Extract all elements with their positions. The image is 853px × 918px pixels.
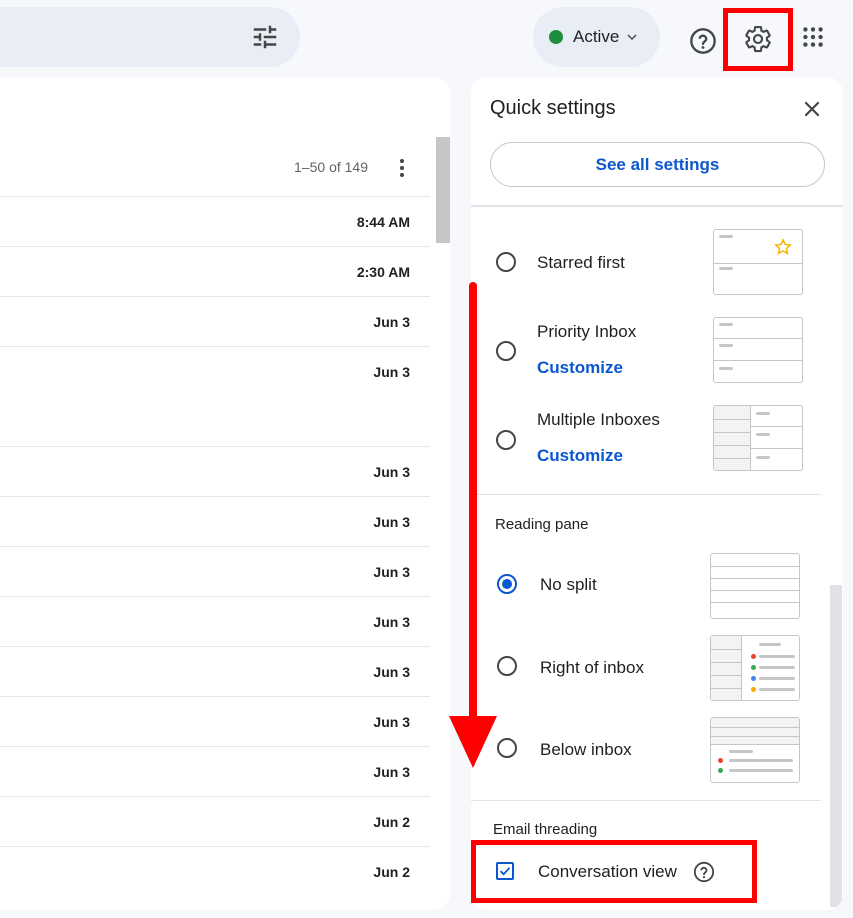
quick-settings-title: Quick settings xyxy=(490,97,616,119)
divider xyxy=(471,800,821,801)
status-dot xyxy=(549,30,563,44)
search-options-icon[interactable] xyxy=(250,22,280,52)
row-date: 2:30 AM xyxy=(356,264,410,280)
more-vertical-icon[interactable] xyxy=(392,157,412,179)
table-row[interactable]: Jun 3 xyxy=(0,346,430,446)
quick-settings-panel: Quick settings See all settings Starred … xyxy=(471,77,843,910)
table-row[interactable]: Jun 3 xyxy=(0,446,430,496)
row-date: Jun 3 xyxy=(373,714,410,730)
customize-priority-link[interactable]: Customize xyxy=(537,358,623,378)
row-date: Jun 2 xyxy=(373,814,410,830)
reading-pane-heading: Reading pane xyxy=(495,516,589,533)
apps-grid-icon[interactable] xyxy=(800,24,826,50)
table-row[interactable]: Jun 3 xyxy=(0,746,430,796)
radio-priority-inbox[interactable] xyxy=(496,341,516,361)
radio-no-split[interactable] xyxy=(497,574,517,594)
chevron-down-icon xyxy=(627,34,637,40)
row-date: Jun 3 xyxy=(373,564,410,580)
option-label-multiple-inboxes: Multiple Inboxes xyxy=(537,410,660,429)
radio-starred-first[interactable] xyxy=(496,252,516,272)
star-icon xyxy=(774,238,792,255)
see-all-settings-button[interactable]: See all settings xyxy=(490,142,825,187)
option-label-no-split: No split xyxy=(540,575,597,594)
radio-multiple-inboxes[interactable] xyxy=(496,430,516,450)
option-label-starred-first: Starred first xyxy=(537,253,625,272)
option-label-priority-inbox: Priority Inbox xyxy=(537,322,637,341)
status-label: Active xyxy=(573,27,620,46)
table-row[interactable]: Jun 3 xyxy=(0,296,430,346)
no-split-thumbnail xyxy=(710,553,800,619)
table-row[interactable]: Jun 3 xyxy=(0,496,430,546)
conversation-view-highlight-box xyxy=(471,840,757,903)
row-date: Jun 3 xyxy=(373,364,410,380)
scroll-arrow-shaft xyxy=(469,282,477,722)
email-threading-heading: Email threading xyxy=(493,821,598,838)
row-date: Jun 3 xyxy=(373,464,410,480)
arrow-down-icon xyxy=(449,716,497,768)
header-shadow xyxy=(471,205,843,208)
right-of-inbox-thumbnail xyxy=(710,635,800,701)
option-label-below-inbox: Below inbox xyxy=(540,740,632,759)
starred-first-thumbnail xyxy=(713,229,803,295)
row-date: Jun 3 xyxy=(373,664,410,680)
divider xyxy=(471,494,821,495)
option-label-right-of-inbox: Right of inbox xyxy=(540,658,644,677)
close-icon[interactable] xyxy=(802,99,822,119)
email-list-panel: 1–50 of 149 8:44 AM 2:30 AM Jun 3 Jun 3 … xyxy=(0,77,450,910)
table-row[interactable]: Jun 3 xyxy=(0,596,430,646)
row-date: Jun 2 xyxy=(373,864,410,880)
table-row[interactable]: 2:30 AM xyxy=(0,246,430,296)
table-row[interactable]: Jun 3 xyxy=(0,696,430,746)
help-icon[interactable] xyxy=(689,27,717,55)
settings-highlight-box xyxy=(723,8,793,71)
customize-multiple-link[interactable]: Customize xyxy=(537,446,623,466)
below-inbox-thumbnail xyxy=(710,717,800,783)
priority-inbox-thumbnail xyxy=(713,317,803,383)
table-row[interactable]: Jun 2 xyxy=(0,796,430,846)
row-date: Jun 3 xyxy=(373,764,410,780)
multiple-inboxes-thumbnail xyxy=(713,405,803,471)
row-date: Jun 3 xyxy=(373,314,410,330)
table-row[interactable]: 8:44 AM xyxy=(0,196,430,246)
radio-right-of-inbox[interactable] xyxy=(497,656,517,676)
row-date: Jun 3 xyxy=(373,514,410,530)
radio-below-inbox[interactable] xyxy=(497,738,517,758)
row-date: 8:44 AM xyxy=(356,214,410,230)
row-date: Jun 3 xyxy=(373,614,410,630)
table-row[interactable]: Jun 3 xyxy=(0,646,430,696)
pager-count: 1–50 of 149 xyxy=(294,159,368,175)
list-scrollbar[interactable] xyxy=(436,137,450,243)
settings-scrollbar[interactable] xyxy=(830,585,842,907)
status-button[interactable]: Active xyxy=(533,7,660,67)
table-row[interactable]: Jun 3 xyxy=(0,546,430,596)
table-row[interactable]: Jun 2 xyxy=(0,846,430,910)
